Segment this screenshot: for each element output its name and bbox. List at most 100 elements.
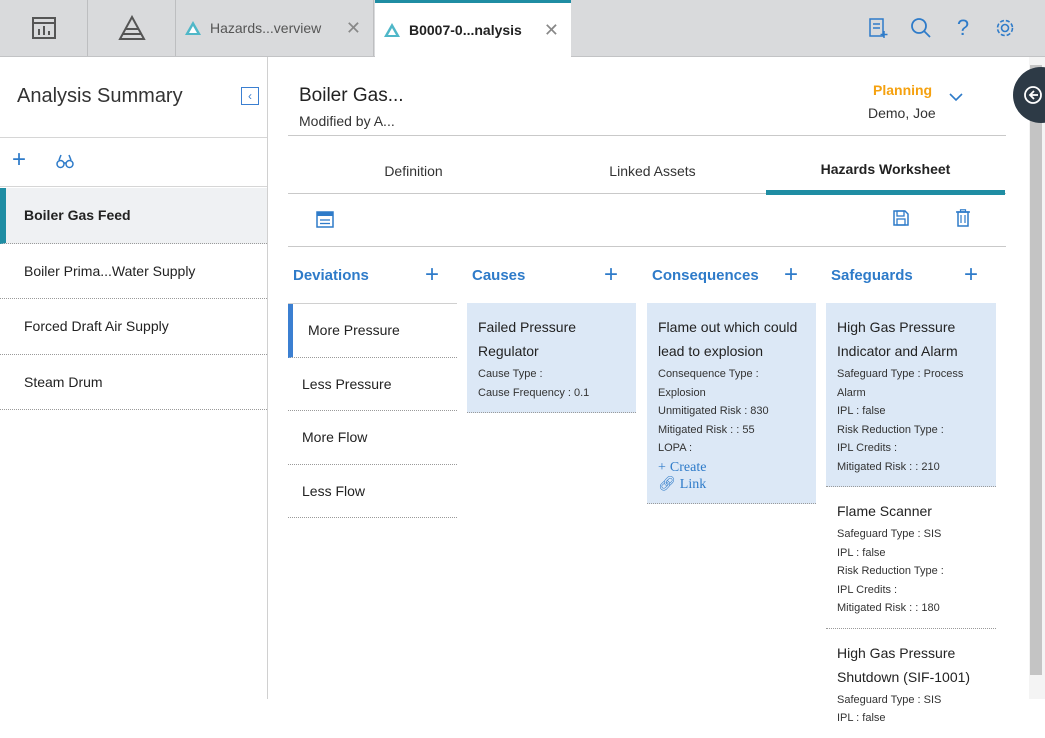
- consequences-column: Consequences + Flame out which could lea…: [647, 247, 816, 504]
- chevron-left-icon: ‹: [248, 89, 252, 103]
- safeguard-card[interactable]: Flame Scanner Safeguard Type : SIS IPL :…: [826, 487, 996, 629]
- column-header: Safeguards +: [826, 247, 996, 303]
- tab-hazards-worksheet[interactable]: Hazards Worksheet: [766, 147, 1005, 195]
- list-item[interactable]: Less Flow: [288, 465, 457, 518]
- add-icon[interactable]: +: [784, 261, 798, 289]
- card-field: Risk Reduction Type :: [837, 565, 944, 577]
- card-field: Mitigated Risk : : 55: [658, 423, 755, 436]
- add-record-button[interactable]: [866, 16, 890, 40]
- add-icon[interactable]: +: [604, 261, 618, 289]
- create-label: Create: [669, 459, 707, 475]
- save-icon[interactable]: [892, 209, 910, 227]
- help-button[interactable]: ?: [951, 15, 975, 40]
- settings-button[interactable]: [993, 16, 1017, 40]
- dashboard-icon: [31, 17, 56, 39]
- tab-label: Hazards...verview: [210, 20, 322, 36]
- worksheet-tabs: Definition Linked Assets Hazards Workshe…: [288, 147, 1006, 195]
- link-label: Link: [679, 476, 707, 492]
- node-list: Boiler Gas Feed Boiler Prima...Water Sup…: [0, 188, 267, 410]
- help-icon: ?: [956, 15, 970, 40]
- tab-definition[interactable]: Definition: [294, 147, 533, 194]
- sidebar-item[interactable]: Forced Draft Air Supply: [0, 299, 267, 355]
- close-icon[interactable]: ✕: [544, 20, 559, 41]
- card-field: Consequence Type : Explosion: [658, 368, 759, 399]
- dashboard-button[interactable]: [0, 0, 88, 56]
- card-title: High Gas Pressure Shutdown (SIF-1001): [837, 644, 971, 685]
- card-title: Failed Pressure Regulator: [478, 319, 577, 359]
- sidebar-item[interactable]: Boiler Prima...Water Supply: [0, 244, 267, 299]
- list-item[interactable]: More Pressure: [288, 304, 457, 358]
- card-title: High Gas Pressure Indicator and Alarm: [837, 319, 958, 359]
- list-view-icon[interactable]: [316, 211, 334, 228]
- causes-column: Causes + Failed Pressure Regulator Cause…: [467, 247, 636, 413]
- state-badge[interactable]: Planning: [873, 82, 932, 98]
- vertical-scrollbar[interactable]: [1029, 57, 1045, 699]
- page-title: Boiler Gas...: [299, 85, 404, 106]
- hazards-logo-icon: [185, 21, 201, 35]
- trash-icon[interactable]: [955, 209, 971, 227]
- safeguards-column: Safeguards + High Gas Pressure Indicator…: [826, 247, 996, 738]
- close-icon[interactable]: ✕: [346, 18, 361, 39]
- safeguard-card[interactable]: High Gas Pressure Indicator and Alarm Sa…: [826, 303, 996, 487]
- consequence-card[interactable]: Flame out which could lead to explosion …: [647, 303, 816, 504]
- column-header: Deviations +: [288, 247, 457, 303]
- tab-label: B0007-0...nalysis: [409, 22, 522, 38]
- card-field: Safeguard Type : SIS: [837, 528, 942, 540]
- list-item[interactable]: Less Pressure: [288, 358, 457, 411]
- hazards-home-button[interactable]: [88, 0, 176, 56]
- state-owner: Demo, Joe: [868, 105, 936, 121]
- sidebar-title: Analysis Summary: [17, 85, 183, 107]
- card-field: IPL : false: [837, 712, 886, 724]
- column-title: Causes: [472, 266, 526, 284]
- tab-linked-assets[interactable]: Linked Assets: [533, 147, 772, 194]
- scrollbar-thumb[interactable]: [1030, 65, 1042, 675]
- card-field: Cause Type :: [478, 368, 543, 380]
- card-title: Flame Scanner: [837, 503, 932, 519]
- card-field: IPL Credits :: [837, 583, 898, 596]
- card-field: Mitigated Risk : : 210: [837, 460, 940, 473]
- lopa-actions: + Create 🔗︎ Link: [658, 460, 806, 493]
- modified-by: Modified by A...: [299, 113, 395, 129]
- card-field: LOPA :: [658, 442, 693, 454]
- panel-toggle-icon: [1024, 86, 1042, 104]
- tab-analysis[interactable]: B0007-0...nalysis ✕: [375, 0, 571, 57]
- sidebar-item[interactable]: Boiler Gas Feed: [0, 188, 267, 244]
- tab-hazards-overview[interactable]: Hazards...verview ✕: [176, 0, 374, 56]
- hazards-logo-icon: [384, 23, 400, 37]
- safeguard-card[interactable]: High Gas Pressure Shutdown (SIF-1001) Sa…: [826, 629, 996, 738]
- card-field: Unmitigated Risk : 830: [658, 405, 769, 417]
- create-lopa-link[interactable]: + Create: [658, 460, 718, 475]
- sidebar-toolbar: +: [0, 137, 267, 187]
- card-field: Safeguard Type : Process Alarm: [837, 368, 964, 399]
- column-title: Safeguards: [831, 266, 913, 284]
- binoculars-icon[interactable]: [56, 154, 74, 169]
- add-list-icon: [869, 18, 888, 38]
- deviations-column: Deviations + More Pressure Less Pressure…: [288, 247, 457, 518]
- top-bar: Hazards...verview ✕ B0007-0...nalysis ✕ …: [0, 0, 1045, 57]
- add-icon[interactable]: +: [12, 146, 26, 174]
- card-field: IPL : false: [837, 405, 886, 417]
- card-field: Safeguard Type : SIS: [837, 693, 942, 706]
- divider: [288, 135, 1006, 136]
- worksheet-toolbar: [288, 195, 1006, 247]
- list-item[interactable]: More Flow: [288, 411, 457, 465]
- plus-icon: +: [658, 459, 666, 475]
- search-icon: [911, 18, 931, 38]
- link-lopa-link[interactable]: 🔗︎ Link: [658, 477, 718, 492]
- card-field: IPL Credits :: [837, 442, 898, 454]
- card-title: Flame out which could lead to explosion: [658, 319, 798, 359]
- cause-card[interactable]: Failed Pressure Regulator Cause Type : C…: [467, 303, 636, 413]
- column-header: Consequences +: [647, 247, 816, 303]
- search-button[interactable]: [909, 16, 933, 40]
- deviation-list: More Pressure Less Pressure More Flow Le…: [288, 303, 457, 518]
- add-icon[interactable]: +: [425, 261, 439, 289]
- sidebar-item[interactable]: Steam Drum: [0, 355, 267, 410]
- collapse-sidebar-button[interactable]: ‹: [241, 87, 259, 105]
- column-title: Consequences: [652, 266, 759, 284]
- chevron-down-icon[interactable]: [948, 91, 964, 103]
- pyramid-icon: [117, 15, 146, 40]
- column-header: Causes +: [467, 247, 636, 303]
- link-icon: 🔗︎: [658, 476, 676, 492]
- add-icon[interactable]: +: [964, 261, 978, 289]
- card-field: Cause Frequency : 0.1: [478, 386, 590, 399]
